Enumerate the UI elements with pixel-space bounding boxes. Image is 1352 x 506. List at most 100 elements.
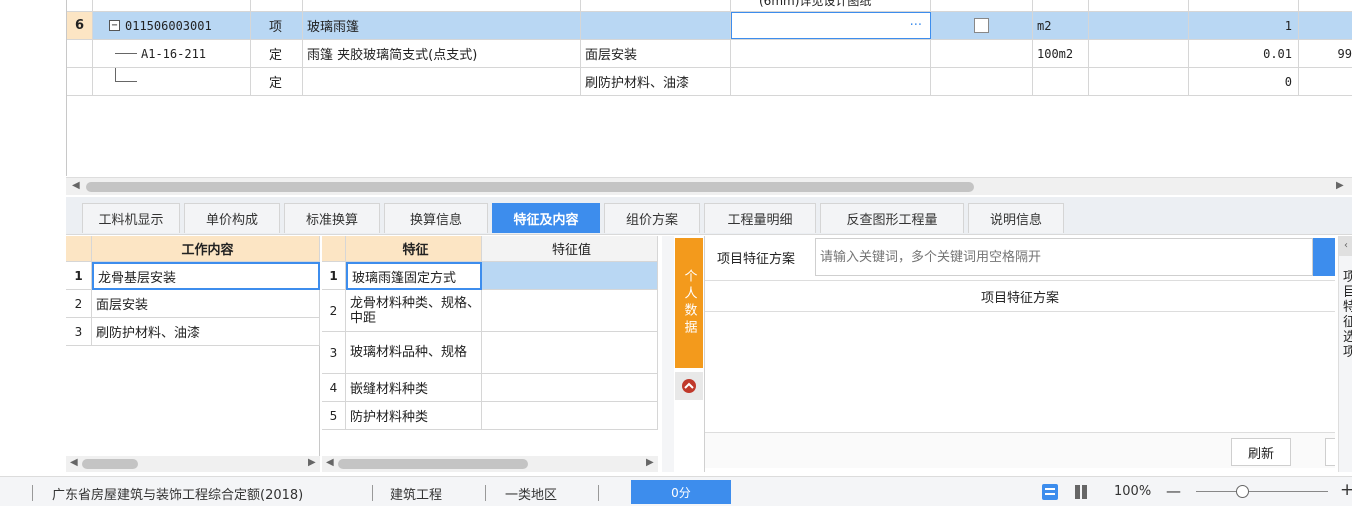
- tree-connector: [115, 53, 137, 54]
- row-extra: 99: [1299, 40, 1352, 67]
- row-number: 6: [67, 12, 93, 39]
- feature-edit-cell[interactable]: ···: [731, 12, 931, 39]
- row-number: [67, 40, 93, 67]
- row-unit: m2: [1033, 12, 1089, 39]
- scrollbar-thumb[interactable]: [82, 459, 138, 469]
- feature-value-cell[interactable]: [482, 262, 658, 290]
- feature-value-cell[interactable]: [482, 374, 658, 402]
- code-text: A1-16-211: [141, 46, 207, 61]
- collapse-icon[interactable]: −: [109, 20, 120, 31]
- row-number: 2: [66, 290, 92, 318]
- feature-header: 特征: [346, 236, 482, 262]
- list-view-icon[interactable]: [1042, 484, 1058, 500]
- work-horizontal-scrollbar[interactable]: ◀ ▶: [66, 456, 320, 472]
- grid-cut-text: (6mm)详见设计图纸: [731, 0, 931, 11]
- scroll-left-icon[interactable]: ◀: [70, 457, 78, 468]
- scroll-right-icon[interactable]: ▶: [308, 457, 316, 468]
- scroll-left-icon[interactable]: ◀: [72, 180, 80, 191]
- tab-pricing-scheme[interactable]: 组价方案: [604, 203, 700, 233]
- row-number: 4: [322, 374, 346, 402]
- zoom-level: 100%: [1114, 484, 1152, 499]
- zoom-slider-handle[interactable]: [1236, 485, 1249, 498]
- checkbox[interactable]: [974, 18, 989, 33]
- row-type: 项: [251, 12, 303, 39]
- scheme-label: 项目特征方案: [717, 252, 796, 267]
- row-code[interactable]: A1-16-211: [93, 40, 251, 67]
- row-unit: [1033, 68, 1089, 95]
- row-qty: 0.01: [1189, 40, 1299, 67]
- ellipsis-button[interactable]: ···: [910, 18, 922, 33]
- row-type: 定: [251, 68, 303, 95]
- row-code[interactable]: − 011506003001: [93, 12, 251, 39]
- row-name[interactable]: [303, 68, 581, 95]
- scheme-footer: 刷新: [705, 432, 1335, 468]
- zoom-slider[interactable]: [1196, 491, 1328, 492]
- status-bar: 广东省房屋建筑与装饰工程综合定额(2018) 建筑工程 一类地区 0分 100%…: [0, 476, 1352, 506]
- feature-value-cell[interactable]: [482, 290, 658, 332]
- table-row[interactable]: 6 − 011506003001 项 玻璃雨篷 ··· m2 1: [67, 12, 1352, 40]
- scroll-right-icon[interactable]: ▶: [1336, 180, 1344, 191]
- project-type-label[interactable]: 建筑工程: [390, 484, 442, 503]
- work-item[interactable]: 龙骨基层安装: [92, 262, 320, 290]
- row-qty: 1: [1189, 12, 1299, 39]
- row-number: 1: [66, 262, 92, 290]
- tab-labor-material[interactable]: 工料机显示: [82, 203, 180, 233]
- feature-item[interactable]: 防护材料种类: [346, 402, 482, 430]
- region-label[interactable]: 一类地区: [505, 484, 557, 503]
- grid-horizontal-scrollbar[interactable]: ◀ ▶: [66, 177, 1352, 195]
- tab-reverse-graphic[interactable]: 反查图形工程量: [820, 203, 964, 233]
- work-content-header: 工作内容: [92, 236, 320, 262]
- row-number: 5: [322, 402, 346, 430]
- work-content-panel: 工作内容 1 龙骨基层安装 2 面层安装 3 刷防护材料、油漆 ◀ ▶: [66, 236, 320, 472]
- feature-item[interactable]: 玻璃材料品种、规格: [346, 332, 482, 374]
- tab-features[interactable]: 特征及内容: [492, 203, 600, 233]
- scheme-options-collapsed[interactable]: ‹ 项目特征选项: [1338, 236, 1352, 472]
- expand-icon[interactable]: ‹: [1339, 236, 1352, 256]
- row-desc: [581, 12, 731, 39]
- tab-description[interactable]: 说明信息: [968, 203, 1064, 233]
- features-horizontal-scrollbar[interactable]: ◀ ▶: [322, 456, 658, 472]
- feature-item[interactable]: 嵌缝材料种类: [346, 374, 482, 402]
- hidden-button[interactable]: [1325, 438, 1335, 466]
- scrollbar-thumb[interactable]: [338, 459, 528, 469]
- scheme-panel: 项目特征方案 项目特征方案 刷新: [704, 236, 1335, 472]
- scroll-right-icon[interactable]: ▶: [646, 457, 654, 468]
- row-name[interactable]: 雨篷 夹胶玻璃简支式(点支式): [303, 40, 581, 67]
- row-unit: 100m2: [1033, 40, 1089, 67]
- refresh-button[interactable]: 刷新: [1231, 438, 1291, 466]
- collapse-side-button[interactable]: [675, 372, 703, 400]
- row-checkbox-cell[interactable]: [931, 12, 1033, 39]
- zoom-out-icon[interactable]: —: [1166, 482, 1181, 500]
- code-text: 011506003001: [125, 18, 212, 33]
- scheme-search-input[interactable]: [815, 238, 1313, 276]
- row-code[interactable]: [93, 68, 251, 95]
- work-item[interactable]: 刷防护材料、油漆: [92, 318, 320, 346]
- feature-value-cell[interactable]: [482, 402, 658, 430]
- quota-label[interactable]: 广东省房屋建筑与装饰工程综合定额(2018): [52, 484, 303, 503]
- tab-unit-price[interactable]: 单价构成: [184, 203, 280, 233]
- panel-separator: [662, 236, 674, 472]
- feature-item[interactable]: 玻璃雨篷固定方式: [346, 262, 482, 290]
- table-row[interactable]: 定 刷防护材料、油漆 0: [67, 68, 1352, 96]
- row-name[interactable]: 玻璃雨篷: [303, 12, 581, 39]
- personal-data-tab[interactable]: 个人数据: [675, 238, 703, 368]
- scrollbar-thumb[interactable]: [86, 182, 974, 192]
- tab-standard-conversion[interactable]: 标准换算: [284, 203, 380, 233]
- detail-tabs: 工料机显示 单价构成 标准换算 换算信息 特征及内容 组价方案 工程量明细 反查…: [66, 197, 1352, 235]
- table-row[interactable]: A1-16-211 定 雨篷 夹胶玻璃简支式(点支式) 面层安装 100m2 0…: [67, 40, 1352, 68]
- work-item[interactable]: 面层安装: [92, 290, 320, 318]
- tab-conversion-info[interactable]: 换算信息: [384, 203, 488, 233]
- score-badge[interactable]: 0分: [631, 480, 731, 504]
- zoom-in-icon[interactable]: +: [1340, 480, 1352, 500]
- row-number: 1: [322, 262, 346, 290]
- collapse-up-icon: [682, 379, 696, 393]
- feature-value-cell[interactable]: [482, 332, 658, 374]
- tab-quantity-detail[interactable]: 工程量明细: [704, 203, 816, 233]
- feature-item[interactable]: 龙骨材料种类、规格、中距: [346, 290, 482, 332]
- search-button[interactable]: [1313, 238, 1335, 276]
- row-type: 定: [251, 40, 303, 67]
- column-view-icon[interactable]: [1074, 485, 1088, 499]
- row-number: [67, 68, 93, 95]
- scroll-left-icon[interactable]: ◀: [326, 457, 334, 468]
- features-panel: 特征 特征值 1 玻璃雨篷固定方式 2 龙骨材料种类、规格、中距 3 玻璃材料品…: [322, 236, 658, 472]
